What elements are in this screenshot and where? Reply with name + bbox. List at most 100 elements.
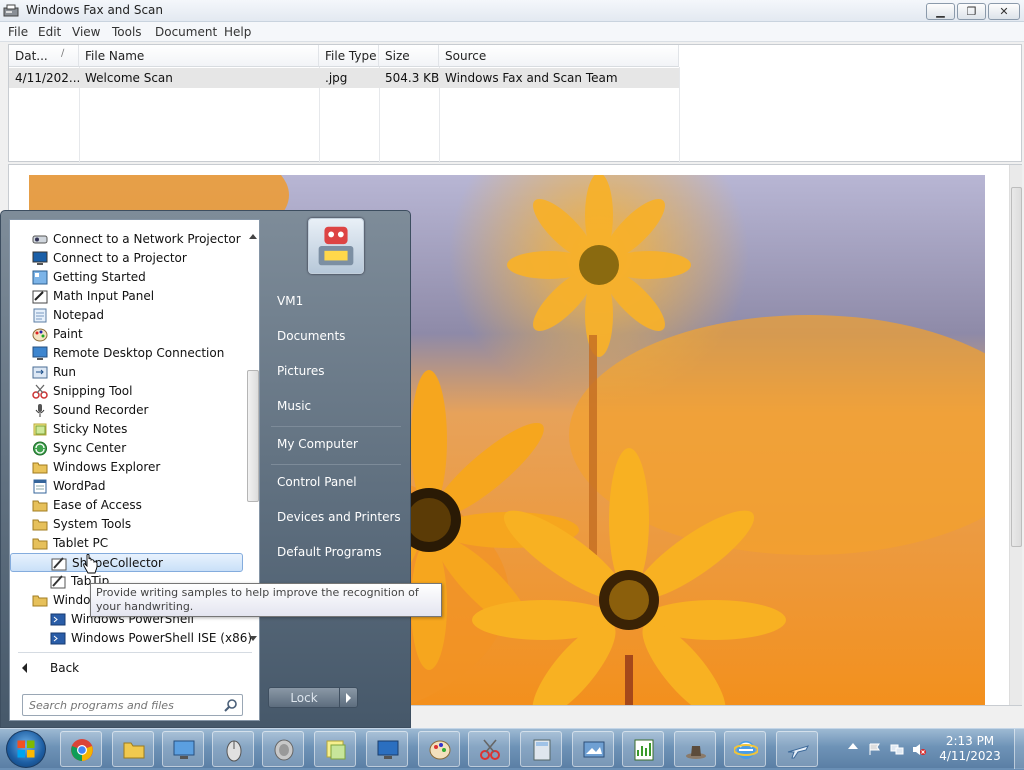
search-input[interactable] <box>29 697 215 713</box>
close-button[interactable]: ✕ <box>988 3 1020 20</box>
network-icon[interactable] <box>890 743 904 756</box>
taskbar-remote-desktop[interactable] <box>162 731 204 767</box>
program-getting-started[interactable]: Getting Started <box>10 268 245 287</box>
taskbar-computer[interactable] <box>366 731 408 767</box>
taskbar-airplane-app[interactable] <box>776 731 818 767</box>
menu-bar: File Edit View Tools Document Help <box>0 22 1024 42</box>
link-default-programs[interactable]: Default Programs <box>271 538 403 568</box>
program-wordpad[interactable]: WordPad <box>10 477 245 496</box>
show-desktop-button[interactable] <box>1014 729 1024 769</box>
scrollbar-thumb[interactable] <box>1011 187 1022 547</box>
menu-view[interactable]: View <box>72 25 100 39</box>
scroll-down-icon[interactable] <box>249 636 257 641</box>
math-input-icon <box>32 290 48 304</box>
column-header-label: File Name <box>85 49 145 63</box>
program-windows-powershell-ise[interactable]: Windows PowerShell ISE (x86) <box>10 629 252 648</box>
explorer-folder-icon <box>123 742 145 759</box>
column-header-file-name[interactable]: File Name <box>79 45 319 67</box>
taskbar-sticky-notes[interactable] <box>314 731 356 767</box>
program-sound-recorder[interactable]: Sound Recorder <box>10 401 245 420</box>
link-pictures[interactable]: Pictures <box>271 357 403 387</box>
link-devices-and-printers[interactable]: Devices and Printers <box>271 503 403 533</box>
shutdown-options-button[interactable] <box>339 687 358 708</box>
remote-desktop-icon <box>32 346 48 360</box>
program-run[interactable]: Run <box>10 363 245 382</box>
lock-label: Lock <box>290 691 318 705</box>
folder-ease-of-access[interactable]: Ease of Access <box>10 496 245 515</box>
wordpad-icon <box>33 479 47 494</box>
column-header-date[interactable]: Dat... ∕ <box>9 45 79 67</box>
folder-tablet-pc[interactable]: Tablet PC <box>10 534 245 553</box>
back-label: Back <box>50 661 80 675</box>
taskbar-mouse[interactable] <box>212 731 254 767</box>
link-music[interactable]: Music <box>271 392 403 422</box>
menu-file[interactable]: File <box>8 25 28 39</box>
scrollbar-thumb[interactable] <box>247 370 259 502</box>
program-label: WordPad <box>53 479 106 493</box>
taskbar-speaker[interactable] <box>262 731 304 767</box>
taskbar: 2:13 PM 4/11/2023 <box>0 728 1024 769</box>
taskbar-chart-tool[interactable] <box>622 731 664 767</box>
program-shapecollector[interactable]: ShapeCollector <box>10 553 243 572</box>
taskbar-paint[interactable] <box>418 731 460 767</box>
folder-system-tools[interactable]: System Tools <box>10 515 245 534</box>
folder-icon <box>32 519 48 531</box>
airplane-icon <box>787 745 809 759</box>
action-center-flag-icon[interactable] <box>868 743 882 756</box>
minimize-button[interactable]: ▁ <box>926 3 955 20</box>
program-label: Snipping Tool <box>53 384 133 398</box>
lock-button[interactable]: Lock <box>268 687 340 708</box>
user-picture-avatar[interactable] <box>308 218 364 274</box>
show-hidden-icons-icon[interactable] <box>848 743 858 749</box>
menu-tools[interactable]: Tools <box>112 25 142 39</box>
program-paint[interactable]: Paint <box>10 325 245 344</box>
taskbar-calculator[interactable] <box>520 731 562 767</box>
program-snipping-tool[interactable]: Snipping Tool <box>10 382 245 401</box>
link-my-computer[interactable]: My Computer <box>271 430 403 460</box>
column-header-size[interactable]: Size <box>379 45 439 67</box>
column-header-file-type[interactable]: File Type <box>319 45 379 67</box>
start-button[interactable] <box>6 730 46 768</box>
taskbar-hat-app[interactable] <box>674 731 716 767</box>
scroll-up-icon[interactable] <box>249 234 257 239</box>
volume-muted-icon[interactable] <box>912 743 926 756</box>
table-row[interactable]: 4/11/202... Welcome Scan .jpg 504.3 KB W… <box>9 68 679 88</box>
right-link-label: My Computer <box>277 437 358 451</box>
program-sticky-notes[interactable]: Sticky Notes <box>10 420 245 439</box>
link-control-panel[interactable]: Control Panel <box>271 468 403 498</box>
cell-source: Windows Fax and Scan Team <box>445 71 618 85</box>
taskbar-chrome[interactable] <box>60 731 102 767</box>
menu-edit[interactable]: Edit <box>38 25 61 39</box>
clock[interactable]: 2:13 PM 4/11/2023 <box>930 734 1010 764</box>
sort-indicator-icon: ∕ <box>61 48 65 59</box>
back-arrow-icon <box>22 663 27 673</box>
program-remote-desktop[interactable]: Remote Desktop Connection <box>10 344 245 363</box>
program-label: Windows PowerShell ISE (x86) <box>71 631 253 645</box>
menu-help[interactable]: Help <box>224 25 251 39</box>
program-network-projector[interactable]: Connect to a Network Projector <box>10 230 245 249</box>
paint-palette-icon <box>429 740 451 760</box>
search-icon[interactable] <box>224 698 238 712</box>
taskbar-snipping-tool[interactable] <box>468 731 510 767</box>
restore-button[interactable]: ❐ <box>957 3 986 20</box>
chrome-icon <box>71 739 93 761</box>
search-box[interactable] <box>22 694 243 716</box>
sync-icon <box>33 441 47 456</box>
taskbar-screenshot[interactable] <box>572 731 614 767</box>
taskbar-explorer[interactable] <box>112 731 154 767</box>
link-user-vm1[interactable]: VM1 <box>271 287 403 317</box>
column-header-source[interactable]: Source <box>439 45 679 67</box>
link-documents[interactable]: Documents <box>271 322 403 352</box>
powershell-icon <box>50 632 66 645</box>
divider <box>271 464 401 465</box>
program-projector[interactable]: Connect to a Projector <box>10 249 245 268</box>
taskbar-internet-explorer[interactable] <box>724 731 766 767</box>
preview-scrollbar[interactable] <box>1009 165 1022 705</box>
program-windows-explorer[interactable]: Windows Explorer <box>10 458 245 477</box>
back-button[interactable]: Back <box>14 658 250 680</box>
program-math-input[interactable]: Math Input Panel <box>10 287 245 306</box>
menu-document[interactable]: Document <box>155 25 217 39</box>
program-sync-center[interactable]: Sync Center <box>10 439 245 458</box>
title-bar[interactable]: Windows Fax and Scan ▁ ❐ ✕ <box>0 0 1024 22</box>
program-notepad[interactable]: Notepad <box>10 306 245 325</box>
